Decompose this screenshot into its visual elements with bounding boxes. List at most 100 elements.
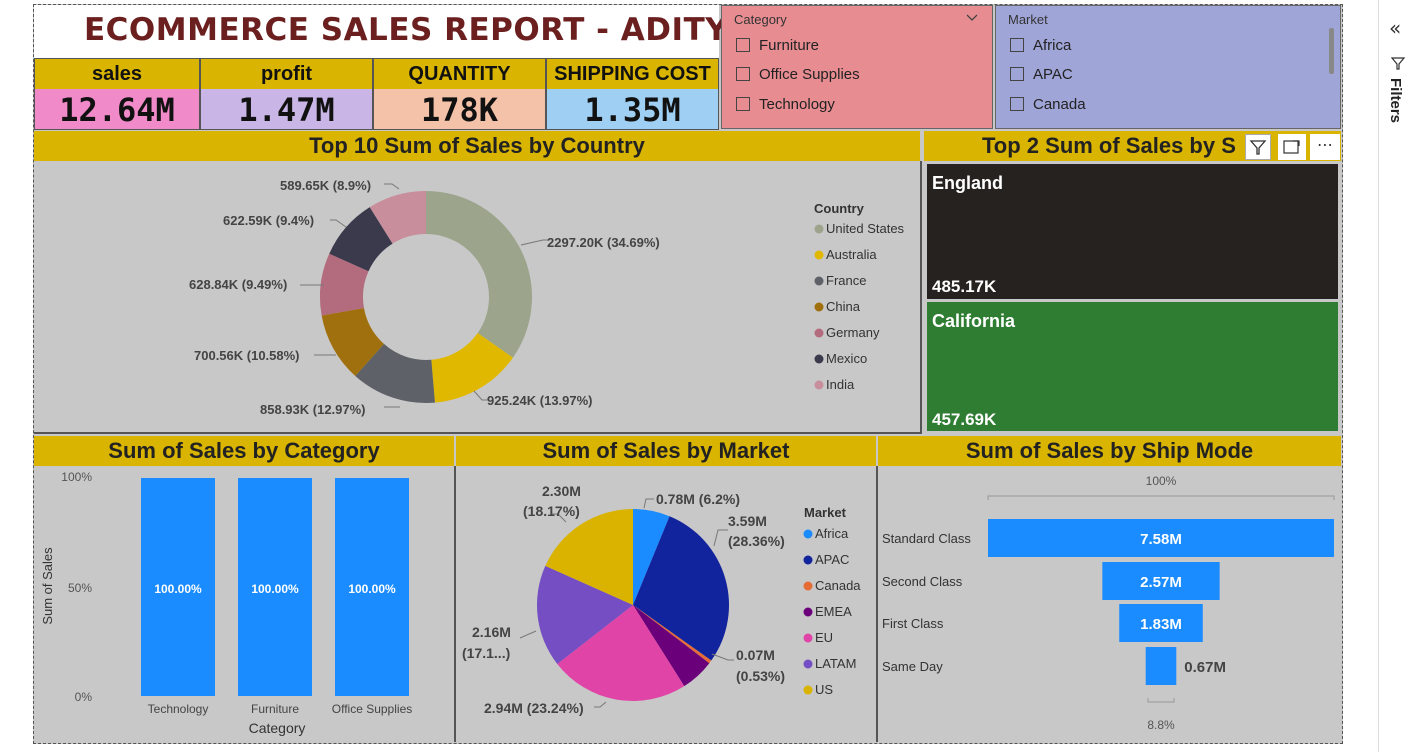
category-option-furniture[interactable]: Furniture [736, 37, 819, 54]
market-slicer-title: Market [1008, 12, 1048, 27]
filters-pane[interactable]: « Filters [1378, 0, 1415, 752]
checkbox[interactable] [1010, 67, 1024, 81]
legend-item-india[interactable]: India [826, 377, 855, 392]
legend-marker-mexico [814, 354, 824, 364]
checkbox[interactable] [1010, 97, 1024, 111]
data-label-china: 700.56K (10.58%) [194, 348, 300, 363]
bar-value-label: 100.00% [251, 582, 299, 596]
data-label-apac-pct: (28.36%) [728, 533, 785, 549]
legend-item-china[interactable]: China [826, 299, 861, 314]
legend-item-canada[interactable]: Canada [815, 578, 861, 593]
legend-marker-germany [814, 328, 824, 338]
treemap-label-california: California [932, 311, 1016, 331]
data-label-india: 589.65K (8.9%) [280, 178, 371, 193]
y-axis-title: Sum of Sales [40, 547, 55, 625]
category-chart-panel: 100% 50% 0% Sum of Sales 100.00% Technolo… [34, 466, 456, 742]
filter-icon[interactable] [1245, 134, 1271, 160]
legend-marker-china [814, 302, 824, 312]
legend-item-us[interactable]: US [815, 682, 833, 697]
filters-label: Filters [1387, 78, 1404, 124]
market-option-label: Canada [1033, 96, 1086, 113]
x-tick-label: Office Supplies [332, 702, 413, 716]
legend-marker-united-states [814, 224, 824, 234]
y-tick-label: 100% [61, 470, 92, 484]
funnel-value-label: 1.83M [1140, 616, 1182, 633]
legend-item-france[interactable]: France [826, 273, 866, 288]
treemap-value-california: 457.69K [932, 410, 997, 429]
funnel-category-label: Second Class [882, 574, 963, 589]
checkbox[interactable] [1010, 38, 1024, 52]
x-tick-label: Furniture [251, 702, 299, 716]
y-tick-label: 50% [68, 581, 92, 595]
slicer-scrollbar[interactable] [1329, 28, 1334, 74]
country-donut-chart: 2297.20K (34.69%) 925.24K (13.97%) 858.9… [189, 178, 905, 417]
kpi-sales-card[interactable]: sales 12.64M [34, 58, 200, 130]
category-option-technology[interactable]: Technology [736, 96, 835, 113]
data-label-mexico: 622.59K (9.4%) [223, 213, 314, 228]
slice-united-states[interactable] [426, 191, 532, 358]
funnel-top-label: 100% [1146, 474, 1177, 488]
data-label-eu: 2.94M (23.24%) [484, 700, 584, 716]
treemap-value-england: 485.17K [932, 277, 997, 296]
treemap-tile-england[interactable]: England 485.17K [927, 164, 1338, 299]
funnel-value-label: 2.57M [1140, 574, 1182, 591]
kpi-shipping-cost-label: SHIPPING COST [547, 59, 718, 89]
more-options-icon[interactable]: ⋯ [1310, 134, 1340, 160]
funnel-bottom-label: 8.8% [1147, 718, 1175, 732]
checkbox[interactable] [736, 97, 750, 111]
market-option-label: APAC [1033, 66, 1073, 83]
legend-item-latam[interactable]: LATAM [815, 656, 856, 671]
kpi-shipping-cost-value: 1.35M [547, 89, 718, 129]
kpi-shipping-cost-card[interactable]: SHIPPING COST 1.35M [546, 58, 719, 130]
legend-item-germany[interactable]: Germany [826, 325, 880, 340]
funnel-value-label: 0.67M [1184, 659, 1226, 676]
legend-item-africa[interactable]: Africa [815, 526, 849, 541]
checkbox[interactable] [736, 67, 750, 81]
legend-marker-latam [803, 659, 813, 669]
filter-icon[interactable] [1391, 56, 1405, 70]
category-slicer-title: Category [734, 12, 787, 27]
legend-item-australia[interactable]: Australia [826, 247, 877, 262]
kpi-profit-card[interactable]: profit 1.47M [200, 58, 373, 130]
market-chart-title: Sum of Sales by Market [456, 436, 876, 466]
market-slicer[interactable]: Market Africa APAC Canada [995, 5, 1341, 129]
market-option-canada[interactable]: Canada [1010, 96, 1086, 113]
funnel-bar-same-day[interactable] [1145, 647, 1177, 685]
kpi-quantity-card[interactable]: QUANTITY 178K [373, 58, 546, 130]
legend-marker-australia [814, 250, 824, 260]
treemap-tile-california[interactable]: California 457.69K [927, 302, 1338, 431]
legend-marker-apac [803, 555, 813, 565]
chevron-down-icon[interactable] [966, 14, 978, 22]
legend-item-apac[interactable]: APAC [815, 552, 849, 567]
market-option-africa[interactable]: Africa [1010, 37, 1071, 54]
market-legend-title: Market [804, 505, 847, 520]
legend-marker-us [803, 685, 813, 695]
country-chart-panel: 2297.20K (34.69%) 925.24K (13.97%) 858.9… [34, 161, 922, 434]
shipmode-funnel-chart: 100% Standard Class 7.58M Second Class 2.57… [882, 474, 1335, 732]
legend-item-eu[interactable]: EU [815, 630, 833, 645]
legend-item-emea[interactable]: EMEA [815, 604, 852, 619]
state-chart-panel: England 485.17K California 457.69K [924, 161, 1341, 434]
category-bar-chart: 100% 50% 0% Sum of Sales 100.00% Technolo… [40, 470, 413, 736]
collapse-chevron-icon[interactable]: « [1389, 16, 1401, 40]
data-label-africa: 0.78M (6.2%) [656, 491, 740, 507]
data-label-united-states: 2297.20K (34.69%) [547, 235, 660, 250]
focus-mode-icon[interactable] [1278, 134, 1306, 160]
kpi-quantity-value: 178K [374, 89, 545, 129]
data-label-latam-pct: (17.1...) [462, 645, 510, 661]
market-option-label: Africa [1033, 37, 1072, 54]
legend-item-united-states[interactable]: United States [826, 221, 905, 236]
kpi-sales-label: sales [35, 59, 199, 89]
legend-item-mexico[interactable]: Mexico [826, 351, 867, 366]
data-label-apac-value: 3.59M [728, 513, 767, 529]
category-slicer[interactable]: Category Furniture Office Supplies Techn… [721, 5, 993, 129]
market-chart-panel: 0.78M (6.2%) 3.59M (28.36%) 0.07M (0.53%… [456, 466, 878, 742]
legend-marker-africa [803, 529, 813, 539]
data-label-canada-pct: (0.53%) [736, 668, 785, 684]
legend-marker-eu [803, 633, 813, 643]
category-option-office-supplies[interactable]: Office Supplies [736, 66, 860, 83]
kpi-quantity-label: QUANTITY [374, 59, 545, 89]
checkbox[interactable] [736, 38, 750, 52]
market-option-apac[interactable]: APAC [1010, 66, 1073, 83]
category-option-label: Furniture [759, 37, 820, 54]
